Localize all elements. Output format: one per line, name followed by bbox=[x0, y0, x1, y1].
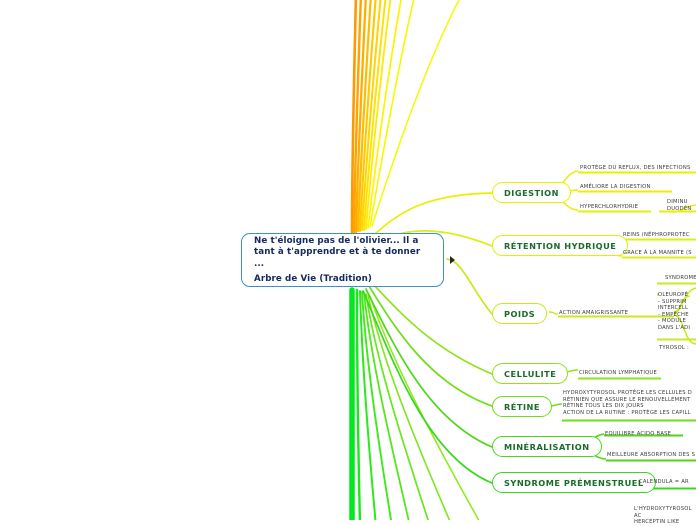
branch-node-syndrome-premenstruel[interactable]: SYNDROME PRÉMENSTRUEL bbox=[492, 472, 656, 493]
root-line-2: tant à t'apprendre et à te donner bbox=[254, 247, 421, 258]
leaf-mineralisation-absorption[interactable]: MEILLEURE ABSORPTION DES S bbox=[607, 452, 695, 459]
leaf-digestion-reflux[interactable]: PROTÈGE DU REFLUX, DES INFECTIONS bbox=[580, 165, 691, 172]
branch-label-digestion: DIGESTION bbox=[504, 187, 559, 198]
branch-node-cellulite[interactable]: CELLULITE bbox=[492, 363, 569, 384]
root-node[interactable]: Ne t'éloigne pas de l'olivier... Il a ta… bbox=[241, 233, 444, 287]
leaf-cellulite-circulation-lymphatique[interactable]: CIRCULATION LYMPHATIQUE bbox=[579, 370, 657, 377]
mindmap-canvas: Ne t'éloigne pas de l'olivier... Il a ta… bbox=[0, 0, 696, 525]
leaf-retine-hydroxytyrosol[interactable]: HYDROXYTYROSOL PROTÈGE LES CELLULES D RÉ… bbox=[563, 390, 692, 416]
branch-label-syndrome-premenstruel: SYNDROME PRÉMENSTRUEL bbox=[504, 477, 644, 488]
leaf-retention-reins[interactable]: REINS (NÉPHROPROTEC bbox=[623, 232, 690, 239]
root-collapse-toggle[interactable] bbox=[450, 254, 459, 265]
leaf-digestion-duodenum[interactable]: DIMINU DUODÉN bbox=[667, 199, 692, 212]
branch-label-poids: POIDS bbox=[504, 308, 536, 319]
root-line-1: Ne t'éloigne pas de l'olivier... Il a bbox=[254, 235, 419, 246]
branch-node-mineralisation[interactable]: MINÉRALISATION bbox=[492, 436, 602, 457]
leaf-retention-mannite[interactable]: GRACE À LA MANNITE (S bbox=[623, 250, 692, 257]
upper-strand-bundle bbox=[350, 0, 460, 234]
branch-node-poids[interactable]: POIDS bbox=[492, 303, 548, 324]
root-line-3: ... bbox=[254, 259, 265, 269]
branch-label-retention-hydrique: RÉTENTION HYDRIQUE bbox=[504, 240, 617, 251]
leaf-sp-calendula[interactable]: CALENDULA = AR bbox=[639, 479, 689, 486]
branch-label-cellulite: CELLULITE bbox=[504, 368, 557, 379]
branch-label-mineralisation: MINÉRALISATION bbox=[504, 441, 590, 452]
leaf-poids-tyrosol[interactable]: TYROSOL : bbox=[659, 345, 689, 352]
branch-node-retine[interactable]: RÉTINE bbox=[492, 396, 552, 417]
leaf-poids-syndrome[interactable]: SYNDROME bbox=[665, 275, 696, 282]
leaf-poids-action-amaigrissante[interactable]: ACTION AMAIGRISSANTE bbox=[559, 310, 628, 317]
branch-node-retention-hydrique[interactable]: RÉTENTION HYDRIQUE bbox=[492, 235, 629, 256]
leaf-mineralisation-equilibre-acido-base[interactable]: EQUILIBRE ACIDO BASE bbox=[605, 431, 671, 438]
lower-strand-bundle bbox=[349, 287, 480, 520]
branch-node-digestion[interactable]: DIGESTION bbox=[492, 182, 571, 203]
leaf-digestion-ameliore[interactable]: AMÉLIORE LA DIGESTION bbox=[580, 184, 651, 191]
root-line-4: Arbre de Vie (Tradition) bbox=[254, 273, 372, 284]
leaf-digestion-hyperchlorhydrie[interactable]: HYPERCHLORHYDRIE bbox=[580, 204, 638, 211]
leaf-poids-oleuropeoside[interactable]: OLEUROPÉ - SUPPRIM INTERCELL - EMPÊCHE -… bbox=[658, 292, 690, 332]
leaf-sp-hydroxytyrosol-herceptin[interactable]: L'HYDROXYTYROSOL AC HERCEPTIN LIKE bbox=[634, 506, 696, 526]
branch-label-retine: RÉTINE bbox=[504, 401, 540, 412]
triangle-right-icon bbox=[450, 256, 455, 264]
